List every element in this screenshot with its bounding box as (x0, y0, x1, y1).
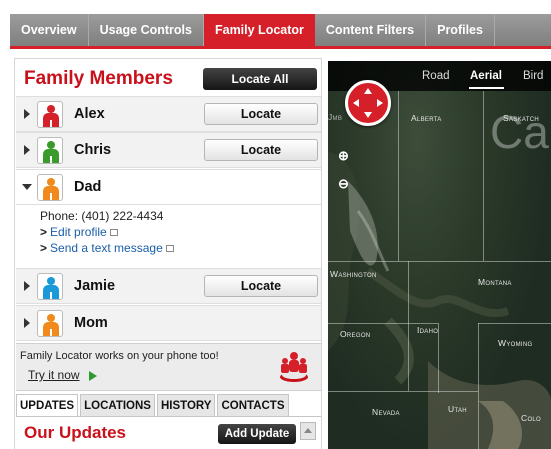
place-label: Idaho (417, 325, 439, 335)
main-tab-bar: Overview Usage Controls Family Locator C… (10, 14, 551, 46)
family-members-heading: Family Members (24, 68, 173, 89)
updates-tab-bar: UPDATES LOCATIONS HISTORY CONTACTS (16, 394, 321, 416)
chevron-right-icon: > (40, 225, 48, 239)
map-view-road[interactable]: Road (422, 70, 450, 82)
tab-profiles[interactable]: Profiles (426, 14, 495, 46)
border-line (483, 91, 484, 261)
member-row-dad[interactable]: Dad (16, 169, 321, 205)
expand-arrow-icon[interactable] (24, 145, 30, 155)
border-line (328, 391, 478, 392)
try-it-now-link[interactable]: Try it now (28, 368, 80, 382)
person-icon (37, 101, 63, 128)
chevron-right-icon: > (40, 241, 48, 255)
tab-history[interactable]: HISTORY (156, 394, 216, 416)
external-link-icon (165, 245, 174, 253)
divider (16, 416, 321, 417)
active-view-indicator (469, 87, 504, 89)
member-row-alex[interactable]: Alex Locate (16, 96, 321, 132)
tab-updates[interactable]: UPDATES (16, 394, 79, 416)
person-icon (37, 273, 63, 300)
family-group-icon (280, 352, 308, 382)
tab-overview[interactable]: Overview (10, 14, 89, 46)
member-row-chris[interactable]: Chris Locate (16, 132, 321, 168)
tab-content-filters[interactable]: Content Filters (315, 14, 427, 46)
place-label: Utah (448, 404, 467, 414)
phone-number: Phone: (401) 222-4434 (40, 209, 164, 223)
map-view-bird[interactable]: Bird (523, 70, 543, 82)
family-panel: Family Members Locate All Alex Locate Ch… (14, 58, 322, 449)
member-name: Chris (74, 142, 112, 158)
map-view-aerial[interactable]: Aerial (470, 70, 502, 82)
collapse-arrow-icon[interactable] (22, 184, 32, 190)
member-name: Dad (74, 179, 102, 195)
tab-locations[interactable]: LOCATIONS (80, 394, 155, 416)
place-label: Jmb (328, 112, 343, 122)
member-name: Jamie (74, 278, 116, 294)
locate-all-button[interactable]: Locate All (203, 68, 317, 90)
locate-button[interactable]: Locate (204, 275, 318, 297)
member-row-mom[interactable]: Mom (16, 305, 321, 341)
send-text-label[interactable]: Send a text message (50, 241, 163, 255)
zoom-out-icon[interactable]: ⊖ (338, 176, 349, 192)
add-update-button[interactable]: Add Update (218, 424, 296, 444)
our-updates-heading: Our Updates (24, 423, 127, 442)
border-line (328, 261, 551, 262)
border-line (478, 323, 551, 324)
expand-arrow-icon[interactable] (24, 109, 30, 119)
scroll-up-button[interactable] (300, 422, 316, 440)
zoom-in-icon[interactable]: ⊕ (338, 148, 349, 164)
place-label: Saskatch (503, 113, 539, 123)
play-arrow-icon[interactable] (89, 371, 97, 381)
member-details: Phone: (401) 222-4434 > Edit profile > Sen… (16, 206, 321, 267)
pan-arrows-icon (353, 88, 383, 118)
expand-arrow-icon[interactable] (24, 318, 30, 328)
border-line (398, 91, 399, 261)
place-label: Washington (330, 269, 377, 279)
person-icon (37, 310, 63, 337)
phone-promo: Family Locator works on your phone too! … (16, 343, 321, 391)
place-label: Oregon (340, 329, 371, 339)
expand-arrow-icon[interactable] (24, 281, 30, 291)
pan-control[interactable] (345, 80, 391, 126)
place-label: Colo (521, 413, 542, 423)
tab-family-locator[interactable]: Family Locator (203, 14, 315, 46)
person-icon (37, 137, 63, 164)
place-label: Nevada (372, 407, 400, 417)
member-row-jamie[interactable]: Jamie Locate (16, 268, 321, 304)
border-line (478, 323, 479, 449)
locate-button[interactable]: Locate (204, 103, 318, 125)
map-view[interactable]: Ca Road Aerial Bird ⊕ ⊖ Jmb Alberta Sask… (328, 61, 551, 449)
edit-profile-link[interactable]: > Edit profile (40, 225, 118, 239)
top-navigation: Overview Usage Controls Family Locator C… (0, 0, 551, 46)
tab-underline (10, 46, 551, 49)
tab-usage-controls[interactable]: Usage Controls (89, 14, 204, 46)
promo-text: Family Locator works on your phone too! (20, 350, 219, 362)
person-icon (37, 174, 63, 201)
member-name: Alex (74, 106, 105, 122)
member-name: Mom (74, 315, 108, 331)
border-line (408, 261, 409, 391)
border-line (328, 323, 438, 324)
locate-button[interactable]: Locate (204, 139, 318, 161)
place-label: Montana (478, 277, 512, 287)
external-link-icon (109, 229, 118, 237)
place-label: Wyoming (498, 338, 533, 348)
tab-contacts[interactable]: CONTACTS (217, 394, 289, 416)
edit-profile-label[interactable]: Edit profile (50, 225, 107, 239)
send-text-link[interactable]: > Send a text message (40, 241, 174, 255)
place-label: Alberta (411, 113, 442, 123)
